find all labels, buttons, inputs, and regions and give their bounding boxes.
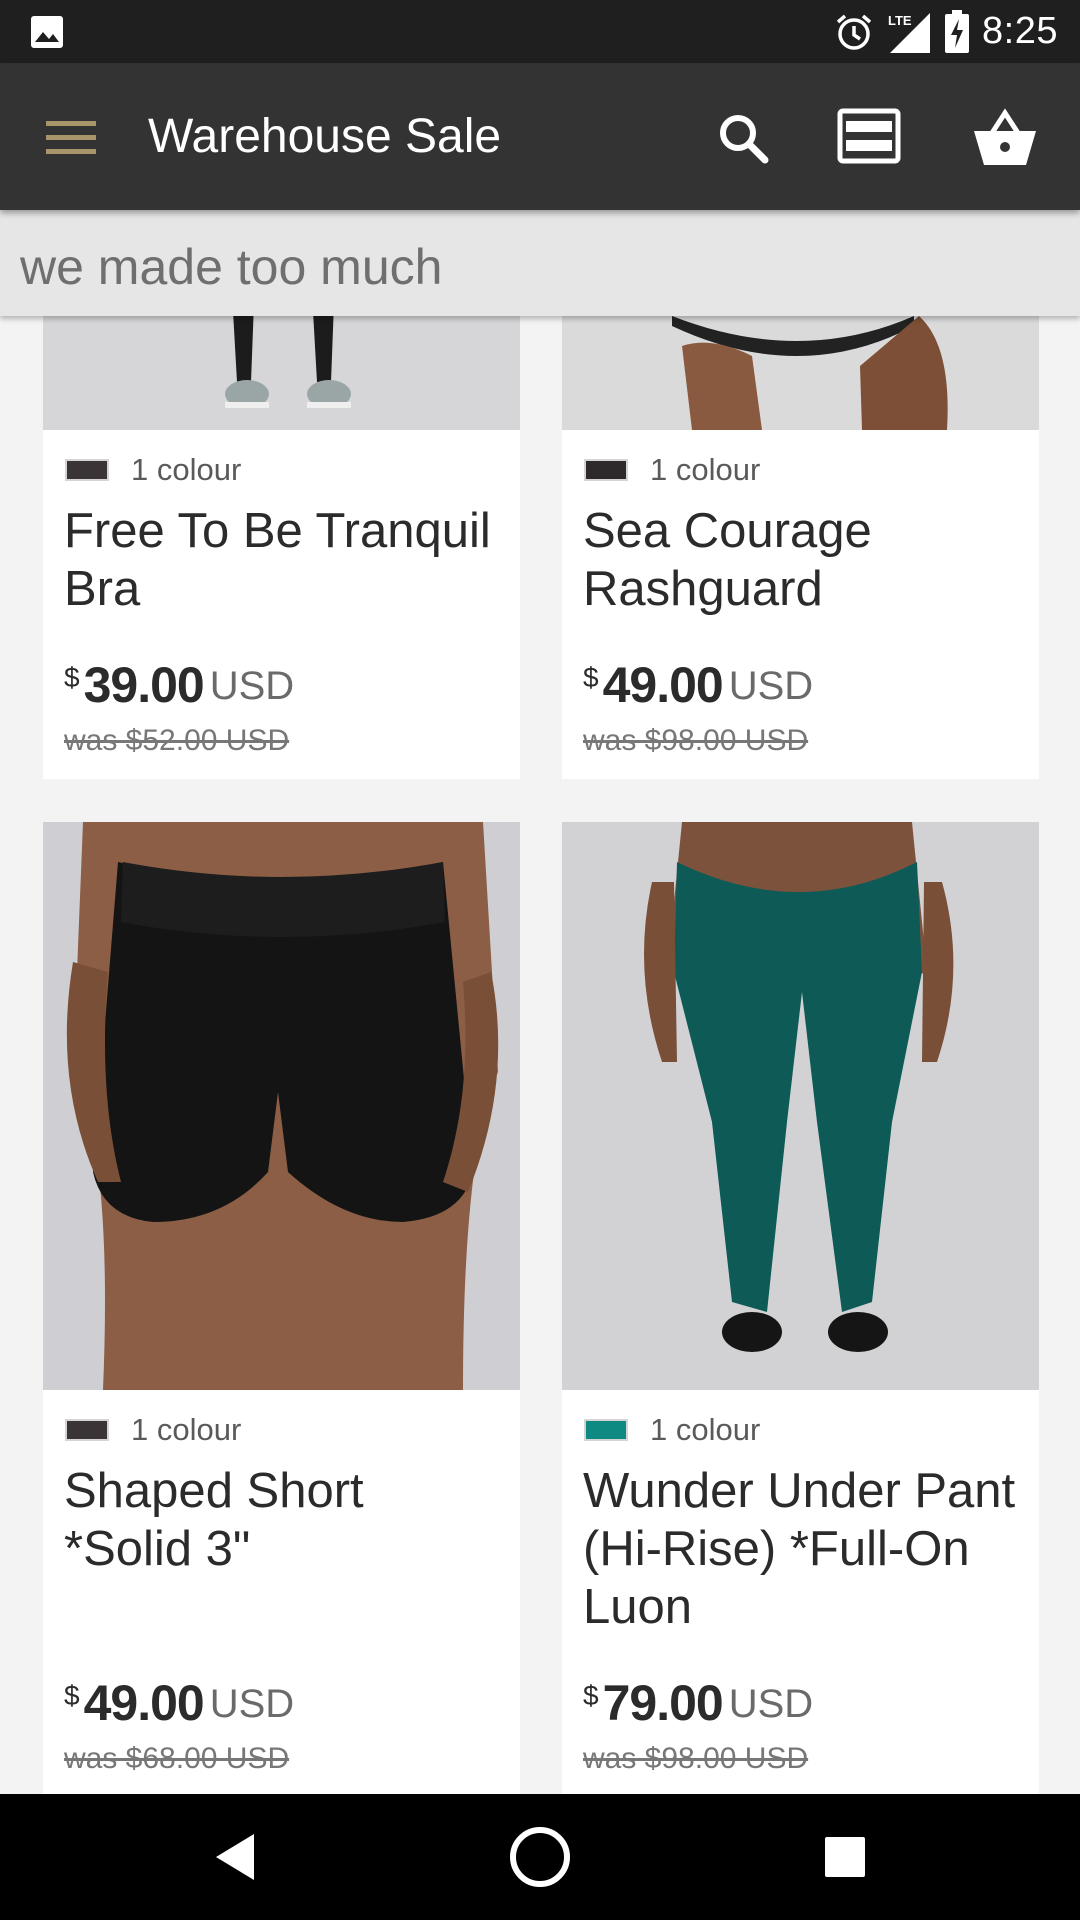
- product-image[interactable]: [562, 316, 1039, 430]
- product-price: $ 39.00 USD: [64, 656, 294, 714]
- product-info: 1 colour Sea Courage Rashguard $ 49.00 U…: [562, 430, 1039, 779]
- sale-banner: we made too much: [0, 210, 1080, 316]
- colour-count: 1 colour: [131, 1412, 242, 1447]
- page-title: Warehouse Sale: [148, 110, 502, 163]
- product-info: 1 colour Shaped Short *Solid 3" $ 49.00 …: [43, 1390, 520, 1794]
- price-amount: 49.00: [83, 1675, 205, 1731]
- product-card[interactable]: 1 colour Free To Be Tranquil Bra $ 39.00…: [43, 316, 520, 779]
- product-name[interactable]: Shaped Short *Solid 3": [64, 1462, 504, 1578]
- product-grid: 1 colour Free To Be Tranquil Bra $ 39.00…: [0, 316, 1080, 1794]
- original-price: was $68.00 USD: [64, 1742, 290, 1775]
- colour-swatch[interactable]: [584, 459, 628, 481]
- product-image[interactable]: [43, 822, 520, 1390]
- lte-signal-icon: LTE: [888, 12, 931, 53]
- product-card[interactable]: 1 colour Shaped Short *Solid 3" $ 49.00 …: [43, 822, 520, 1794]
- product-info: 1 colour Free To Be Tranquil Bra $ 39.00…: [43, 430, 520, 779]
- price-amount: 79.00: [602, 1675, 724, 1731]
- colour-swatch-row[interactable]: 1 colour: [65, 452, 241, 488]
- battery-charging-icon: [945, 9, 970, 53]
- colour-swatch[interactable]: [584, 1419, 628, 1441]
- product-price: $ 79.00 USD: [583, 1674, 813, 1732]
- image-icon: [31, 16, 63, 48]
- colour-swatch-row[interactable]: 1 colour: [65, 1412, 241, 1448]
- app-toolbar: Warehouse Sale: [0, 63, 1080, 210]
- price-amount: 39.00: [83, 657, 205, 713]
- currency-symbol: $: [64, 662, 80, 693]
- product-info: 1 colour Wunder Under Pant (Hi-Rise) *Fu…: [562, 1390, 1039, 1794]
- view-toggle-icon[interactable]: [834, 103, 904, 173]
- back-icon[interactable]: [202, 1824, 268, 1890]
- product-image[interactable]: [562, 822, 1039, 1390]
- original-price: was $98.00 USD: [583, 724, 809, 757]
- original-price: was $98.00 USD: [583, 1742, 809, 1775]
- status-time: 8:25: [982, 10, 1058, 52]
- colour-swatch[interactable]: [65, 1419, 109, 1441]
- currency-code: USD: [209, 1682, 295, 1726]
- product-card[interactable]: 1 colour Wunder Under Pant (Hi-Rise) *Fu…: [562, 822, 1039, 1794]
- product-card[interactable]: 1 colour Sea Courage Rashguard $ 49.00 U…: [562, 316, 1039, 779]
- currency-code: USD: [728, 1682, 814, 1726]
- recents-icon[interactable]: [812, 1824, 878, 1890]
- price-amount: 49.00: [602, 657, 724, 713]
- status-bar: LTE 8:25: [0, 0, 1080, 63]
- product-price: $ 49.00 USD: [583, 656, 813, 714]
- colour-count: 1 colour: [650, 1412, 761, 1447]
- system-nav-bar: [0, 1794, 1080, 1920]
- colour-swatch-row[interactable]: 1 colour: [584, 1412, 760, 1448]
- currency-symbol: $: [583, 1680, 599, 1711]
- product-price: $ 49.00 USD: [64, 1674, 294, 1732]
- alarm-icon: [836, 14, 872, 50]
- product-name[interactable]: Sea Courage Rashguard: [583, 502, 1023, 618]
- colour-count: 1 colour: [650, 452, 761, 487]
- colour-swatch-row[interactable]: 1 colour: [584, 452, 760, 488]
- search-icon[interactable]: [708, 103, 778, 173]
- currency-code: USD: [728, 664, 814, 708]
- product-name[interactable]: Free To Be Tranquil Bra: [64, 502, 504, 618]
- home-icon[interactable]: [507, 1824, 573, 1890]
- colour-swatch[interactable]: [65, 459, 109, 481]
- currency-symbol: $: [583, 662, 599, 693]
- product-name[interactable]: Wunder Under Pant (Hi-Rise) *Full-On Luo…: [583, 1462, 1023, 1636]
- menu-icon[interactable]: [40, 111, 106, 165]
- network-label: LTE: [888, 13, 912, 28]
- currency-code: USD: [209, 664, 295, 708]
- colour-count: 1 colour: [131, 452, 242, 487]
- currency-symbol: $: [64, 1680, 80, 1711]
- basket-icon[interactable]: [970, 103, 1040, 173]
- original-price: was $52.00 USD: [64, 724, 290, 757]
- product-image[interactable]: [43, 316, 520, 430]
- sale-tagline: we made too much: [20, 239, 443, 295]
